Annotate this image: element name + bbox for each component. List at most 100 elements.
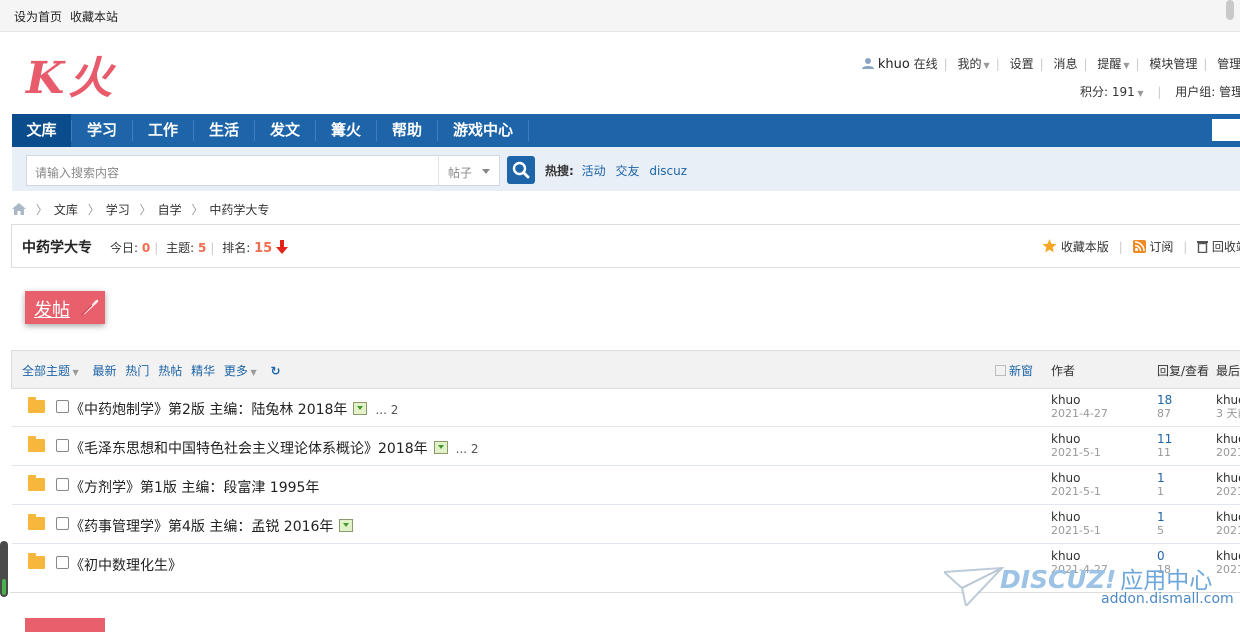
search-button[interactable] (507, 156, 535, 184)
thread-pages[interactable]: ... 2 (456, 442, 479, 456)
admin-center-link[interactable]: 管理中心 (1217, 57, 1240, 71)
recycle-bin-link[interactable]: 回收站 (1212, 240, 1240, 254)
nav-item-post-article[interactable]: 发文 (255, 114, 315, 147)
user-group-value[interactable]: 管理 (1219, 85, 1240, 99)
new-window-toggle[interactable]: 新窗 (995, 362, 1033, 379)
module-manage-link[interactable]: 模块管理 (1149, 57, 1197, 71)
image-attachment-icon (353, 402, 368, 415)
thread-row[interactable]: 《药事管理学》第4版 主编：孟锐 2016年 khuo 2021-5-1 15 k… (12, 505, 1240, 544)
nav-item-study[interactable]: 学习 (72, 114, 132, 147)
folder-icon (28, 397, 45, 413)
messages-link[interactable]: 消息 (1053, 57, 1077, 71)
thread-row[interactable]: 《毛泽东思想和中国特色社会主义理论体系概论》2018年... 2 khuo 202… (12, 427, 1240, 466)
nav-item-help[interactable]: 帮助 (377, 114, 437, 147)
nav-item-life[interactable]: 生活 (194, 114, 254, 147)
thread-checkbox[interactable] (56, 400, 69, 413)
last-post-time[interactable]: 2021 (1216, 563, 1240, 576)
last-poster[interactable]: khuo (1216, 510, 1240, 524)
nav-item-work[interactable]: 工作 (133, 114, 193, 147)
chevron-down-icon: ▼ (1123, 61, 1130, 70)
breadcrumb-study[interactable]: 学习 (106, 203, 130, 217)
quick-nav-button[interactable] (1212, 119, 1240, 141)
thread-pages[interactable]: ... 2 (375, 403, 398, 417)
last-post-time[interactable]: 2021 (1216, 524, 1240, 537)
last-post-time[interactable]: 3 天前 (1216, 407, 1240, 420)
watermark-brand-text: DISCUZ! (1000, 565, 1117, 594)
toolbar-toggle[interactable] (1226, 0, 1234, 20)
filter-hot[interactable]: 热门 (125, 364, 149, 378)
thread-replies[interactable]: 18 (1157, 393, 1172, 407)
new-post-button-bottom[interactable] (25, 618, 105, 632)
remind-menu[interactable]: 提醒 (1097, 57, 1121, 71)
username-link[interactable]: khuo (878, 57, 910, 72)
bookmark-site-link[interactable]: 收藏本站 (70, 8, 118, 25)
thread-title[interactable]: 《方剂学》第1版 主编：段富津 1995年 (70, 480, 319, 496)
filter-digest[interactable]: 精华 (191, 364, 215, 378)
nav-item-game-center[interactable]: 游戏中心 (438, 114, 528, 147)
mine-menu[interactable]: 我的 (958, 57, 982, 71)
thread-row[interactable]: 《方剂学》第1版 主编：段富津 1995年 khuo 2021-5-1 11 kh… (12, 466, 1240, 505)
thread-author[interactable]: khuo (1051, 471, 1081, 485)
filter-all[interactable]: 全部主题 (22, 364, 70, 378)
filter-hot-posts[interactable]: 热帖 (158, 364, 182, 378)
thread-author[interactable]: khuo (1051, 510, 1081, 524)
favorite-forum-link[interactable]: 收藏本版 (1061, 240, 1109, 254)
subscribe-link[interactable]: 订阅 (1149, 240, 1173, 254)
points-value[interactable]: 191 (1112, 85, 1135, 99)
thread-checkbox[interactable] (56, 517, 69, 530)
thread-checkbox[interactable] (56, 478, 69, 491)
forum-title[interactable]: 中药学大专 (22, 237, 92, 257)
thread-replies[interactable]: 1 (1157, 510, 1165, 524)
filter-more[interactable]: 更多 (224, 364, 248, 378)
last-post-header: 最后发表 (1216, 364, 1240, 378)
points-label: 积分: (1080, 85, 1109, 99)
home-icon[interactable] (12, 203, 26, 215)
star-icon (1042, 239, 1057, 253)
last-post-time[interactable]: 2021 (1216, 446, 1240, 459)
thread-title[interactable]: 《药事管理学》第4版 主编：孟锐 2016年 (70, 519, 333, 535)
filter-latest[interactable]: 最新 (93, 364, 117, 378)
last-poster[interactable]: khuo (1216, 471, 1240, 485)
hot-term-activity[interactable]: 活动 (582, 164, 606, 178)
thread-title[interactable]: 《中药炮制学》第2版 主编：陆兔林 2018年 (70, 402, 347, 418)
nav-item-bonfire[interactable]: 篝火 (316, 114, 376, 147)
last-poster[interactable]: khuo (1216, 432, 1240, 446)
site-logo[interactable]: K火 (26, 42, 116, 106)
hot-term-friends[interactable]: 交友 (615, 164, 639, 178)
thread-author[interactable]: khuo (1051, 393, 1081, 407)
forum-actions: 收藏本版 | 订阅 | 回收站 (1042, 238, 1240, 255)
search-input[interactable]: 请输入搜索内容 (26, 155, 440, 186)
thread-title[interactable]: 《毛泽东思想和中国特色社会主义理论体系概论》2018年 (70, 441, 428, 457)
rss-icon (1132, 240, 1146, 253)
thread-replies[interactable]: 1 (1157, 471, 1165, 485)
thread-replies[interactable]: 11 (1157, 432, 1172, 446)
new-window-checkbox[interactable] (995, 365, 1006, 376)
thread-checkbox[interactable] (56, 556, 69, 569)
folder-icon (28, 553, 45, 569)
user-info: 积分: 191 ▼ | 用户组: 管理 (1080, 83, 1240, 100)
breadcrumb-self-study[interactable]: 自学 (158, 203, 182, 217)
settings-link[interactable]: 设置 (1010, 57, 1034, 71)
online-status[interactable]: 在线 (914, 57, 938, 71)
set-home-link[interactable]: 设为首页 (14, 8, 62, 25)
last-poster[interactable]: khuo (1216, 393, 1240, 407)
thread-checkbox[interactable] (56, 439, 69, 452)
last-post-time[interactable]: 2021 (1216, 485, 1240, 498)
breadcrumb-wenku[interactable]: 文库 (54, 203, 78, 217)
nav-item-wenku[interactable]: 文库 (12, 114, 71, 147)
last-poster[interactable]: khuo (1216, 549, 1240, 563)
folder-icon (28, 514, 45, 530)
thread-author[interactable]: khuo (1051, 432, 1081, 446)
chevron-down-icon: ▼ (247, 368, 257, 377)
author-header: 作者 (1051, 364, 1076, 378)
floating-scroll-widget[interactable] (0, 541, 8, 597)
breadcrumb-current[interactable]: 中药学大专 (209, 203, 269, 217)
search-type-select[interactable]: 帖子 (438, 155, 500, 186)
thread-row[interactable]: 《中药炮制学》第2版 主编：陆兔林 2018年... 2 khuo 2021-4-… (12, 388, 1240, 427)
thread-title[interactable]: 《初中数理化生》 (70, 558, 182, 574)
hot-term-discuz[interactable]: discuz (649, 164, 687, 178)
new-post-button[interactable]: 发帖 (25, 291, 105, 324)
image-attachment-icon (339, 519, 354, 532)
trash-icon (1197, 241, 1209, 254)
refresh-icon[interactable]: ↻ (270, 364, 280, 378)
